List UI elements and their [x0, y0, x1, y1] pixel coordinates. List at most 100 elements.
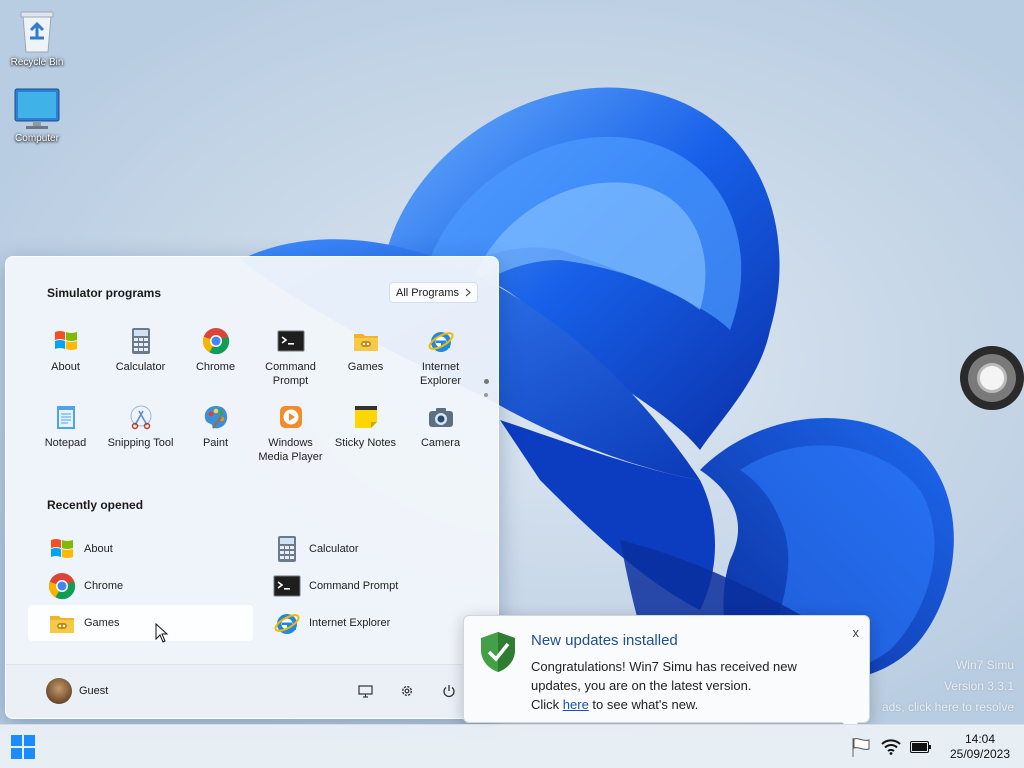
notification-line: Click here to see what's new. [531, 697, 699, 712]
internet-explorer-icon [274, 614, 300, 634]
pinned-app-notepad[interactable]: Notepad [28, 395, 103, 465]
watermark-ads-link[interactable]: ads, click here to resolve [882, 697, 1014, 718]
recent-app-games[interactable]: Games [28, 605, 253, 641]
notification-title: New updates installed [531, 632, 678, 649]
desktop-button[interactable] [356, 682, 374, 700]
command-prompt-icon [273, 575, 301, 597]
notification-close-button[interactable]: x [853, 625, 860, 640]
notification-line: Congratulations! Win7 Simu has received … [531, 659, 797, 674]
app-label: Camera [420, 437, 461, 449]
app-label: Notepad [44, 437, 87, 449]
recent-app-label: Chrome [84, 580, 124, 592]
chrome-icon [48, 573, 76, 600]
settings-button[interactable] [398, 682, 416, 700]
snipping-tool-icon [130, 405, 151, 430]
windows-logo-icon [11, 735, 35, 759]
clock-date: 25/09/2023 [949, 747, 1011, 761]
power-icon [443, 685, 455, 698]
pinned-app-command-prompt[interactable]: Command Prompt [253, 319, 328, 389]
recent-app-internet-explorer[interactable]: Internet Explorer [253, 605, 478, 641]
pinned-section-title: Simulator programs [47, 286, 162, 300]
notepad-icon [56, 406, 75, 429]
recycle-bin-icon [20, 11, 54, 53]
page-indicator-dots[interactable] [484, 379, 489, 406]
desktop-icon-recycle-bin[interactable]: Recycle Bin [2, 8, 72, 68]
pinned-app-camera[interactable]: Camera [403, 395, 478, 465]
taskbar: 14:04 25/09/2023 [0, 724, 1024, 768]
pinned-app-chrome[interactable]: Chrome [178, 319, 253, 389]
flag-icon [852, 738, 870, 757]
pinned-app-about[interactable]: About [28, 319, 103, 389]
update-notification[interactable]: New updates installed Congratulations! W… [463, 615, 870, 734]
recent-section-title: Recently opened [47, 498, 144, 512]
recent-app-label: Command Prompt [309, 580, 399, 592]
watermark-version: Version 3.3.1 [943, 679, 1014, 693]
recent-app-command-prompt[interactable]: Command Prompt [253, 568, 478, 604]
monitor-icon [357, 684, 373, 698]
pinned-apps-grid: About Calculator Chrome Command Prompt G… [28, 319, 478, 465]
chevron-right-icon [465, 288, 471, 297]
app-label: Chrome [195, 361, 236, 373]
games-folder-icon [353, 334, 378, 351]
start-menu-footer: Guest [6, 664, 498, 718]
version-watermark: Win7 Simu Version 3.3.1 ads, click here … [882, 655, 1014, 718]
recent-app-label: Internet Explorer [309, 617, 391, 629]
start-button[interactable] [8, 733, 38, 761]
power-button[interactable] [440, 682, 458, 700]
app-label: About [51, 361, 80, 373]
recent-app-label: About [84, 543, 113, 555]
app-label: Snipping Tool [107, 437, 174, 449]
calculator-icon [131, 328, 150, 354]
desktop-icon-computer[interactable]: Computer [2, 88, 72, 144]
pinned-app-calculator[interactable]: Calculator [103, 319, 178, 389]
paint-palette-icon [204, 406, 227, 429]
pinned-app-windows-media-player[interactable]: Windows Media Player [253, 395, 328, 465]
app-label: Paint [202, 437, 229, 449]
mouse-cursor-icon [155, 623, 169, 643]
recent-app-about[interactable]: About [28, 531, 253, 567]
recent-apps-list: About Calculator Chrome Command Prompt G… [28, 531, 478, 641]
assistive-touch-button[interactable] [960, 346, 1024, 410]
circle-icon [977, 363, 1007, 393]
start-menu: Simulator programs All Programs About Ca… [5, 256, 499, 719]
whats-new-link[interactable]: here [563, 697, 589, 712]
pinned-app-paint[interactable]: Paint [178, 395, 253, 465]
recent-app-label: Calculator [309, 543, 359, 555]
windows-flag-icon [51, 539, 73, 558]
clock[interactable]: 14:04 25/09/2023 [936, 732, 1024, 762]
games-folder-icon [50, 616, 74, 633]
watermark-product: Win7 Simu [955, 658, 1014, 672]
network-button[interactable] [876, 732, 906, 762]
desktop-icon-label: Computer [15, 133, 59, 144]
pinned-app-sticky-notes[interactable]: Sticky Notes [328, 395, 403, 465]
pinned-app-games[interactable]: Games [328, 319, 403, 389]
shield-check-icon [481, 632, 515, 672]
chrome-icon [202, 328, 229, 355]
pinned-app-snipping-tool[interactable]: Snipping Tool [103, 395, 178, 465]
app-label: Command Prompt [265, 361, 316, 387]
internet-explorer-icon [427, 332, 454, 352]
app-label: Games [347, 361, 384, 373]
media-player-icon [279, 406, 302, 428]
pinned-app-internet-explorer[interactable]: Internet Explorer [403, 319, 478, 389]
camera-icon [428, 408, 453, 427]
calculator-icon [278, 536, 296, 562]
notification-line: updates, you are on the latest version. [531, 678, 752, 693]
app-label: Windows Media Player [258, 437, 323, 463]
user-account-button[interactable]: Guest [46, 678, 108, 704]
app-label: Calculator [115, 361, 166, 373]
sticky-notes-icon [354, 406, 377, 428]
app-label: Internet Explorer [420, 361, 461, 387]
gear-icon [401, 685, 413, 697]
recent-app-label: Games [84, 617, 120, 629]
desktop-icon-label: Recycle Bin [10, 57, 64, 68]
action-center-button[interactable] [846, 732, 876, 762]
app-label: Sticky Notes [334, 437, 397, 449]
recent-app-chrome[interactable]: Chrome [28, 568, 253, 604]
all-programs-label: All Programs [396, 286, 459, 299]
recent-app-calculator[interactable]: Calculator [253, 531, 478, 567]
battery-button[interactable] [906, 732, 936, 762]
command-prompt-icon [277, 330, 304, 352]
all-programs-button[interactable]: All Programs [389, 282, 478, 303]
computer-monitor-icon [14, 88, 60, 129]
